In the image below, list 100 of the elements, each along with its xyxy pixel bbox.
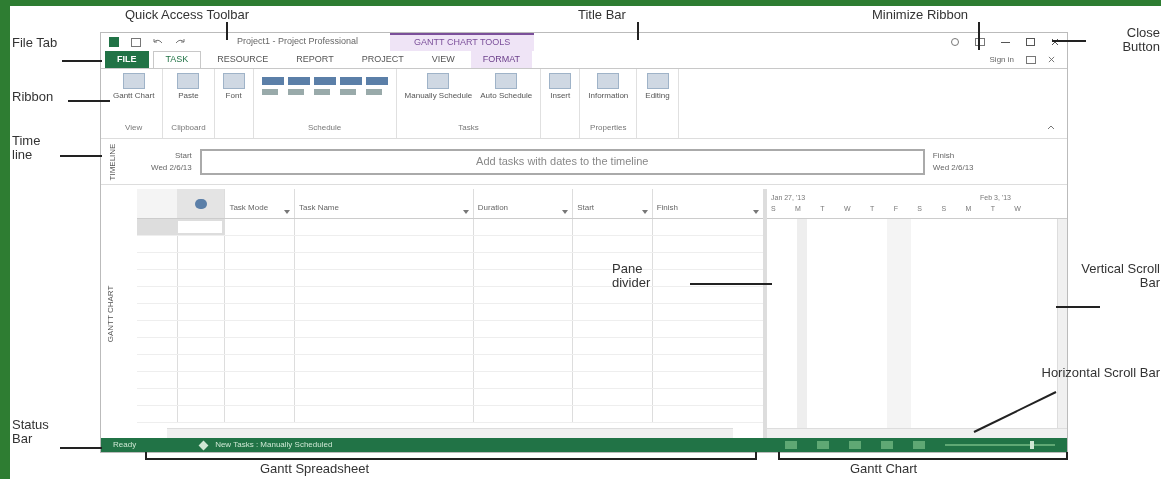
leader-line bbox=[68, 100, 110, 102]
indent-icon bbox=[261, 89, 278, 95]
schedule-bar-icon bbox=[313, 77, 336, 85]
info-icon bbox=[194, 198, 207, 209]
callout-label: Gantt Chart bbox=[850, 462, 919, 476]
leader-line bbox=[637, 22, 639, 40]
callout-label: Pane divider bbox=[612, 262, 652, 290]
callout-label: Close Button bbox=[1121, 26, 1160, 54]
indent-icon bbox=[339, 89, 356, 95]
leader-line bbox=[60, 447, 102, 449]
callout-label: File Tab bbox=[12, 36, 59, 50]
group-label: Tasks bbox=[458, 122, 479, 134]
column-header[interactable]: Start bbox=[577, 202, 595, 214]
ribbon-button[interactable]: Manually Schedule bbox=[404, 73, 473, 101]
leader-line bbox=[226, 22, 228, 40]
ribbon-button[interactable]: Editing bbox=[645, 73, 670, 101]
schedule-bar-icon bbox=[287, 77, 310, 85]
leader-line bbox=[1052, 40, 1086, 42]
ribbon-button[interactable]: Paste bbox=[177, 73, 200, 101]
zoom-thumb[interactable] bbox=[1029, 441, 1034, 449]
view-shortcut-icon bbox=[817, 441, 829, 449]
group-label: View bbox=[125, 122, 143, 134]
indent-icon bbox=[287, 89, 304, 95]
ribbon-tab[interactable]: VIEW bbox=[419, 51, 467, 68]
ribbon-button-icon bbox=[646, 73, 669, 89]
indent-icon bbox=[313, 89, 330, 95]
timeline-placeholder: Add tasks with dates to the timeline bbox=[476, 154, 649, 170]
leader-line bbox=[1056, 306, 1100, 308]
column-header[interactable]: Task Name bbox=[298, 202, 339, 214]
timeline-field[interactable]: Add tasks with dates to the timeline bbox=[199, 148, 925, 175]
schedule-bar-icon bbox=[365, 77, 388, 85]
ribbon-button-icon bbox=[495, 73, 518, 89]
start-label: Start bbox=[174, 149, 192, 162]
new-tasks-status[interactable]: New Tasks : Manually Scheduled bbox=[215, 439, 333, 451]
callout-label: Quick Access Toolbar bbox=[125, 8, 251, 22]
sign-in-link[interactable]: Sign in bbox=[989, 53, 1014, 66]
ribbon-tab[interactable]: REPORT bbox=[284, 51, 346, 68]
ribbon-button-icon bbox=[549, 73, 572, 89]
callout-label: Minimize Ribbon bbox=[872, 8, 970, 22]
ribbon-button-icon bbox=[597, 73, 620, 89]
minimize-icon bbox=[1001, 41, 1010, 43]
timeline-label: TIMELINE bbox=[107, 143, 118, 180]
table-cell[interactable] bbox=[176, 219, 225, 235]
finish-label: Finish bbox=[932, 149, 956, 162]
column-header[interactable]: Duration bbox=[477, 202, 509, 214]
callout-label: Title Bar bbox=[578, 8, 627, 22]
group-label: Properties bbox=[590, 122, 627, 134]
callout-label: Status Bar bbox=[12, 418, 50, 446]
dropdown-caret-icon[interactable] bbox=[641, 210, 648, 214]
callout-label: Vertical Scroll Bar bbox=[1080, 262, 1160, 290]
view-shortcut-icon bbox=[881, 441, 893, 449]
column-header[interactable]: Task Mode bbox=[229, 202, 269, 214]
redo-icon[interactable] bbox=[175, 38, 185, 46]
dropdown-caret-icon[interactable] bbox=[462, 210, 469, 214]
dropdown-caret-icon[interactable] bbox=[753, 210, 759, 214]
ribbon-tab[interactable]: TASK bbox=[152, 51, 202, 68]
view-shortcut-icon bbox=[849, 441, 861, 449]
column-header[interactable]: Finish bbox=[656, 202, 679, 214]
start-date: Wed 2/6/13 bbox=[151, 161, 192, 174]
ribbon-button-icon bbox=[427, 73, 450, 89]
indent-icon bbox=[365, 89, 382, 95]
row-header[interactable] bbox=[137, 219, 177, 235]
ribbon-button[interactable]: Information bbox=[588, 73, 629, 101]
view-shortcut-icon bbox=[785, 441, 797, 449]
schedule-bar-icon bbox=[339, 77, 362, 85]
restore-icon bbox=[1026, 55, 1036, 64]
group-label: Schedule bbox=[307, 122, 342, 134]
ribbon-button[interactable]: Auto Schedule bbox=[480, 73, 533, 101]
ribbon-button-icon bbox=[177, 73, 200, 89]
finish-date: Wed 2/6/13 bbox=[932, 161, 974, 174]
window-title: Project1 - Project Professional bbox=[237, 35, 359, 49]
ribbon-button[interactable]: Insert bbox=[549, 73, 572, 101]
context-tab-title: GANTT CHART TOOLS bbox=[390, 33, 535, 51]
leader-line bbox=[62, 60, 102, 62]
schedule-bar-icon bbox=[261, 77, 284, 85]
ribbon-button-icon bbox=[222, 73, 245, 89]
ribbon-button[interactable]: Gantt Chart bbox=[113, 73, 155, 101]
ready-status: Ready bbox=[113, 439, 137, 451]
select-all-corner[interactable] bbox=[137, 189, 177, 218]
ribbon-button[interactable]: Font bbox=[222, 73, 245, 101]
ribbon-button-icon bbox=[122, 73, 145, 89]
app-icon bbox=[109, 37, 119, 47]
callout-label: Ribbon bbox=[12, 90, 55, 104]
collapse-ribbon-icon[interactable] bbox=[1047, 125, 1055, 130]
callout-label: Time line bbox=[12, 134, 42, 162]
group-label: Clipboard bbox=[171, 122, 206, 134]
ribbon-tab[interactable]: FORMAT bbox=[470, 51, 533, 68]
undo-icon[interactable] bbox=[153, 38, 163, 46]
dropdown-caret-icon[interactable] bbox=[283, 210, 290, 214]
save-icon bbox=[131, 37, 141, 47]
horizontal-scroll-bar[interactable] bbox=[167, 428, 733, 438]
ribbon-tab[interactable]: PROJECT bbox=[349, 51, 416, 68]
dropdown-caret-icon[interactable] bbox=[562, 210, 569, 214]
ribbon-tab[interactable]: RESOURCE bbox=[205, 51, 281, 68]
callout-label: Horizontal Scroll Bar bbox=[1040, 366, 1160, 380]
leader-line bbox=[978, 22, 980, 50]
leader-line bbox=[60, 155, 102, 157]
ribbon-tab[interactable]: FILE bbox=[105, 51, 149, 68]
maximize-icon bbox=[1026, 38, 1035, 46]
horizontal-scroll-bar[interactable] bbox=[767, 428, 1067, 438]
